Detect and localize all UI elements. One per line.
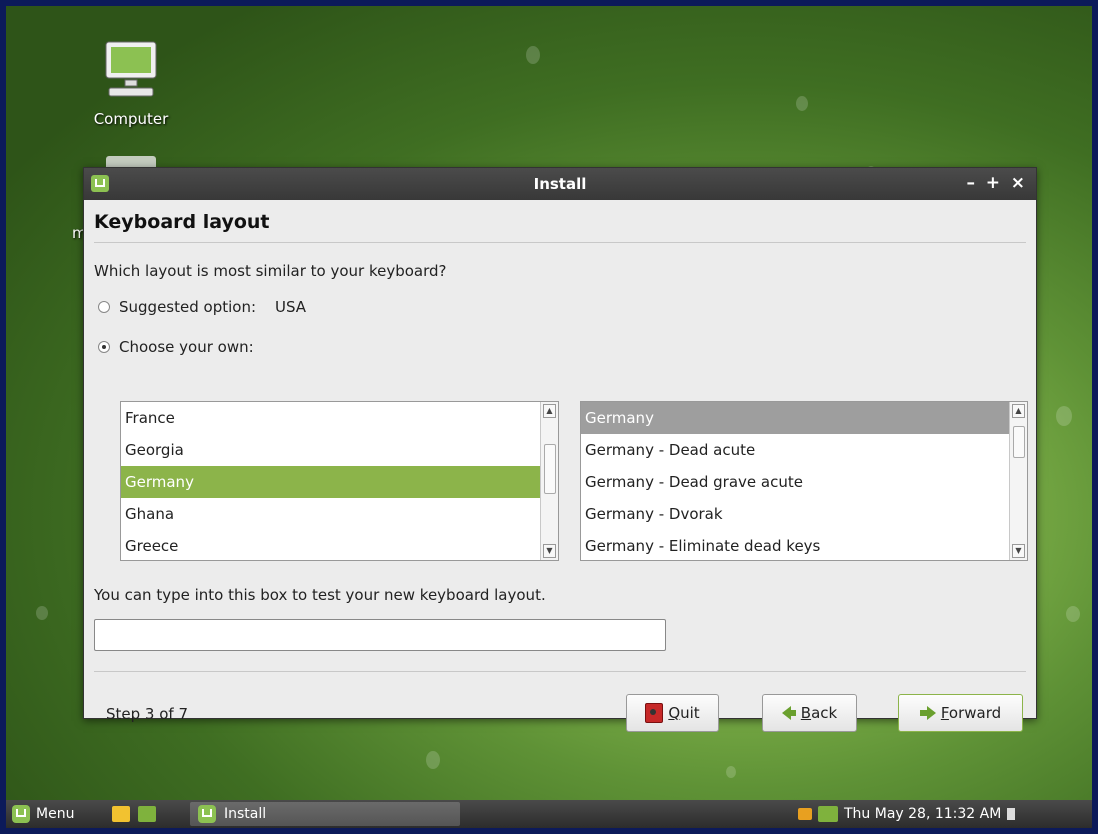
divider <box>94 242 1026 243</box>
layout-list-item[interactable]: Georgia <box>121 434 558 466</box>
scroll-up-icon[interactable]: ▲ <box>1012 404 1025 418</box>
variant-list-item-selected[interactable]: Germany <box>581 402 1027 434</box>
forward-button[interactable]: Forward <box>898 694 1023 732</box>
layout-list-scrollbar[interactable]: ▲ ▼ <box>540 402 558 560</box>
quit-mnemonic: Q <box>668 704 681 722</box>
taskbar-install-task[interactable]: Install <box>190 802 460 826</box>
back-arrow-icon <box>781 706 796 720</box>
variant-list-item[interactable]: Germany - Dead grave acute <box>581 466 1027 498</box>
water-drop <box>1066 606 1080 622</box>
water-drop <box>36 606 48 620</box>
variant-list[interactable]: Germany Germany - Dead acute Germany - D… <box>580 401 1028 561</box>
quit-label: uit <box>680 704 700 722</box>
scroll-down-icon[interactable]: ▼ <box>1012 544 1025 558</box>
suggested-option-label: Suggested option: <box>119 298 256 316</box>
layout-list-item[interactable]: France <box>121 402 558 434</box>
layout-question: Which layout is most similar to your key… <box>94 262 447 280</box>
volume-icon[interactable] <box>1007 808 1016 820</box>
window-titlebar[interactable]: Install – + × <box>84 168 1036 200</box>
menu-button[interactable]: Menu <box>12 800 74 828</box>
install-window: Install – + × Keyboard layout Which layo… <box>83 167 1037 732</box>
minimize-button[interactable]: – <box>967 173 976 193</box>
radio-unchecked-icon <box>98 301 110 313</box>
test-box-label: You can type into this box to test your … <box>94 586 546 604</box>
water-drop <box>796 96 808 111</box>
back-mnemonic: B <box>800 704 812 722</box>
layout-list-item-selected[interactable]: Germany <box>121 466 558 498</box>
mint-logo-icon <box>12 805 30 823</box>
quit-icon <box>645 703 664 723</box>
mint-app-icon <box>198 805 216 823</box>
variant-list-item[interactable]: Germany - Eliminate dead keys <box>581 530 1027 560</box>
radio-checked-icon <box>98 341 110 353</box>
scroll-thumb[interactable] <box>544 444 556 494</box>
network-icon[interactable] <box>818 806 838 822</box>
water-drop <box>1056 406 1072 426</box>
step-indicator: Step 3 of 7 <box>106 705 189 723</box>
installer-content: Keyboard layout Which layout is most sim… <box>84 200 1036 732</box>
system-tray: Thu May 28, 11:32 AM <box>798 800 1016 828</box>
choose-own-radio[interactable]: Choose your own: <box>98 338 254 356</box>
close-button[interactable]: × <box>1011 173 1025 193</box>
forward-label: orward <box>948 704 1002 722</box>
back-button[interactable]: Back <box>762 694 857 732</box>
clock[interactable]: Thu May 28, 11:32 AM <box>844 806 1001 822</box>
page-title: Keyboard layout <box>94 211 270 233</box>
computer-icon <box>105 41 157 97</box>
text-editor-launcher[interactable] <box>112 800 130 828</box>
water-drop <box>726 766 736 778</box>
suggested-option-value: USA <box>275 298 307 316</box>
variant-list-item[interactable]: Germany - Dvorak <box>581 498 1027 530</box>
keyboard-test-input[interactable] <box>94 619 666 651</box>
taskbar: Menu Install Thu May 28, 11:32 AM <box>6 800 1092 828</box>
suggested-option-radio[interactable]: Suggested option: USA <box>98 298 306 316</box>
computer-icon-label: Computer <box>93 110 169 128</box>
forward-arrow-icon <box>919 706 936 720</box>
variant-list-item[interactable]: Germany - Dead acute <box>581 434 1027 466</box>
taskbar-task-label: Install <box>224 806 267 822</box>
terminal-launcher[interactable] <box>138 800 156 828</box>
layout-list[interactable]: France Georgia Germany Ghana Greece ▲ ▼ <box>120 401 559 561</box>
scroll-down-icon[interactable]: ▼ <box>543 544 556 558</box>
text-editor-icon <box>112 806 130 822</box>
variant-list-scrollbar[interactable]: ▲ ▼ <box>1009 402 1027 560</box>
quit-button[interactable]: Quit <box>626 694 719 732</box>
lock-icon[interactable] <box>798 808 812 820</box>
terminal-icon <box>138 806 156 822</box>
menu-label: Menu <box>36 806 75 822</box>
water-drop <box>426 751 440 769</box>
computer-desktop-icon[interactable]: Computer <box>86 40 176 128</box>
forward-mnemonic: F <box>940 704 949 722</box>
window-title: Install <box>533 175 587 193</box>
layout-list-item[interactable]: Ghana <box>121 498 558 530</box>
water-drop <box>526 46 540 64</box>
scroll-up-icon[interactable]: ▲ <box>543 404 556 418</box>
scroll-thumb[interactable] <box>1013 426 1025 458</box>
divider <box>94 671 1026 672</box>
layout-list-item[interactable]: Greece <box>121 530 558 560</box>
back-label: ack <box>811 704 838 722</box>
maximize-button[interactable]: + <box>986 173 1000 193</box>
choose-own-label: Choose your own: <box>119 338 254 356</box>
